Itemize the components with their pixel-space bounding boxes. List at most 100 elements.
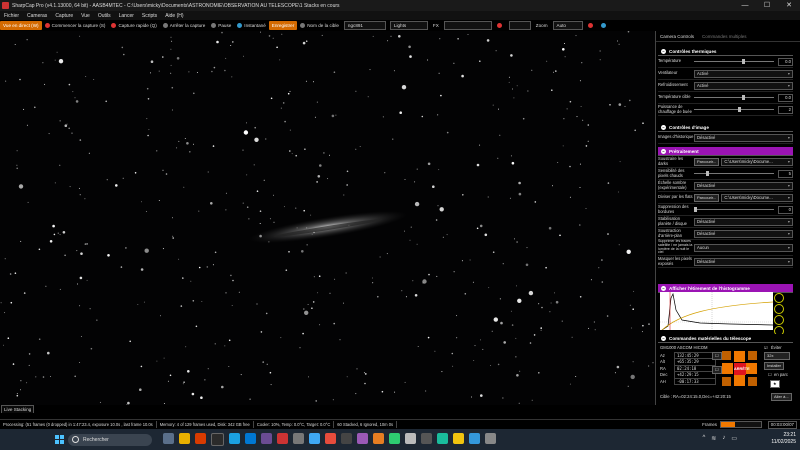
start-capture-button[interactable]: Commencer la capture (S)	[42, 21, 109, 30]
move-nw-button[interactable]	[722, 351, 731, 360]
move-south-button[interactable]	[734, 375, 745, 386]
sharpcap-icon[interactable]	[276, 433, 288, 444]
fx-select[interactable]	[443, 21, 492, 30]
menu-help[interactable]: Aide (H)	[161, 13, 187, 19]
menu-capture[interactable]: Capture	[51, 13, 77, 19]
app-blue-icon[interactable]	[308, 433, 320, 444]
menu-view[interactable]: Vue	[77, 13, 94, 19]
darks-path-select[interactable]: C:\Users\micky\Docume...	[721, 157, 793, 166]
app-gray2-icon[interactable]	[484, 433, 496, 444]
app-purple-icon[interactable]	[260, 433, 272, 444]
mount-option-icon[interactable]: ☐	[712, 352, 722, 360]
edge-icon[interactable]	[228, 433, 240, 444]
minimize-button[interactable]: —	[734, 0, 756, 11]
tab-camera-controls[interactable]: Camera Controls	[656, 34, 698, 39]
dew-heater-value[interactable]: 2	[778, 105, 793, 114]
menu-tools[interactable]: Outils	[94, 13, 115, 19]
speed-select[interactable]: 32x	[764, 352, 790, 360]
store-icon[interactable]	[244, 433, 256, 444]
dark-scale-select[interactable]: Désactivé	[694, 181, 793, 190]
image-controls-header[interactable]: − Contrôles d'image	[658, 123, 793, 132]
tray-chevron-icon[interactable]: ^	[702, 435, 705, 442]
app-orange-icon[interactable]	[372, 433, 384, 444]
histogram-info-icon[interactable]	[774, 293, 784, 303]
office-icon[interactable]	[194, 433, 206, 444]
temperature-value[interactable]: 0.0	[778, 57, 793, 66]
recording-button[interactable]: Enregistrer	[268, 21, 298, 30]
menu-launch[interactable]: Lancer	[115, 13, 138, 19]
flats-browse-button[interactable]: Parcourir...	[694, 193, 720, 202]
file-explorer-icon[interactable]	[178, 433, 190, 444]
mount-stop-button[interactable]: ARRÊTE	[734, 363, 750, 375]
live-view-button[interactable]: Vue en direct (W)	[0, 21, 42, 30]
taskbar-search[interactable]: Rechercher	[68, 433, 152, 446]
satellite-trails-select[interactable]: Aucun	[694, 243, 793, 252]
install-button[interactable]: Installer	[764, 362, 785, 370]
history-select[interactable]: Désactivé	[694, 133, 793, 142]
borders-value[interactable]: 0	[778, 205, 793, 214]
fan-select[interactable]: Activé	[694, 69, 793, 78]
app-red-icon[interactable]	[324, 433, 336, 444]
pause-button[interactable]: Pause	[208, 21, 234, 30]
zoom-select[interactable]: Auto	[552, 21, 583, 30]
app-stellarium-icon[interactable]	[420, 433, 432, 444]
hot-pixel-value[interactable]: 5	[778, 169, 793, 178]
app-yellow-icon[interactable]	[452, 433, 464, 444]
histogram-reset-icon[interactable]	[774, 315, 784, 325]
volume-icon[interactable]: ♪	[722, 435, 725, 442]
fx-color-select[interactable]	[508, 21, 531, 30]
park-checkbox[interactable]: ☐	[768, 372, 772, 377]
app-teal-icon[interactable]	[436, 433, 448, 444]
wifi-icon[interactable]: ≋	[711, 435, 716, 442]
snapshot-button[interactable]: Instantané	[234, 21, 268, 30]
app-sky-icon[interactable]	[468, 433, 480, 444]
menu-scripts[interactable]: Scripts	[138, 13, 161, 19]
borders-slider[interactable]	[694, 207, 774, 212]
palette-icon[interactable]	[598, 21, 611, 30]
menu-file[interactable]: Fichier	[0, 13, 23, 19]
battery-icon[interactable]: ▭	[731, 435, 737, 442]
darks-browse-button[interactable]: Parcourir...	[694, 157, 720, 166]
thermal-controls-header[interactable]: − Contrôles thermiques	[658, 47, 793, 56]
quick-capture-button[interactable]: Capture rapide (Q)	[108, 21, 159, 30]
cooling-select[interactable]: Activé	[694, 81, 793, 90]
app-light-icon[interactable]	[404, 433, 416, 444]
tab-live-stacking[interactable]: Live Stacking	[1, 405, 35, 413]
tab-multiple-controls[interactable]: Commandes multiples	[698, 34, 751, 39]
preprocessing-header[interactable]: − Prétraitement	[658, 147, 793, 156]
windows-start-icon[interactable]	[55, 435, 64, 444]
fx-record-icon[interactable]	[494, 21, 507, 30]
move-sw-button[interactable]	[722, 377, 731, 386]
app-dark-icon[interactable]	[340, 433, 352, 444]
notion-icon[interactable]	[210, 433, 224, 446]
stop-capture-button[interactable]: Arrêter la capture	[160, 21, 209, 30]
mount-controls-header[interactable]: − Commandes matérielles du télescope	[658, 334, 793, 343]
target-temperature-value[interactable]: 0.0	[778, 93, 793, 102]
goto-button[interactable]: Aller à...	[771, 393, 792, 401]
maximize-button[interactable]: ☐	[756, 0, 778, 11]
hot-pixel-slider[interactable]	[694, 171, 774, 176]
close-button[interactable]: ✕	[778, 0, 800, 11]
avoid-checkbox[interactable]: ☑	[764, 345, 768, 350]
move-ne-button[interactable]	[748, 351, 757, 360]
histogram-chart[interactable]	[660, 292, 774, 331]
crosshair-icon[interactable]	[585, 21, 598, 30]
planet-stabilization-select[interactable]: Désactivé	[694, 217, 793, 226]
move-west-button[interactable]	[722, 363, 733, 374]
mount-option2-icon[interactable]: ☐	[712, 366, 722, 374]
move-north-button[interactable]	[734, 351, 745, 362]
image-viewer[interactable]	[0, 31, 655, 405]
temperature-slider[interactable]	[694, 59, 774, 64]
app-violet-icon[interactable]	[356, 433, 368, 444]
exposed-pixels-select[interactable]: Désactivé	[694, 257, 793, 266]
target-temperature-slider[interactable]	[694, 95, 774, 100]
menu-cameras[interactable]: Cameras	[23, 13, 51, 19]
clock[interactable]: 23:21 11/02/2025	[771, 432, 796, 445]
task-view-icon[interactable]	[162, 433, 174, 444]
frame-type-select[interactable]: Lights	[389, 21, 428, 30]
park-icon[interactable]: ★	[770, 380, 780, 388]
move-se-button[interactable]	[748, 377, 757, 386]
histogram-auto-stretch-icon[interactable]	[774, 304, 784, 314]
background-subtraction-select[interactable]: Désactivé	[694, 229, 793, 238]
dew-heater-slider[interactable]	[694, 107, 774, 112]
